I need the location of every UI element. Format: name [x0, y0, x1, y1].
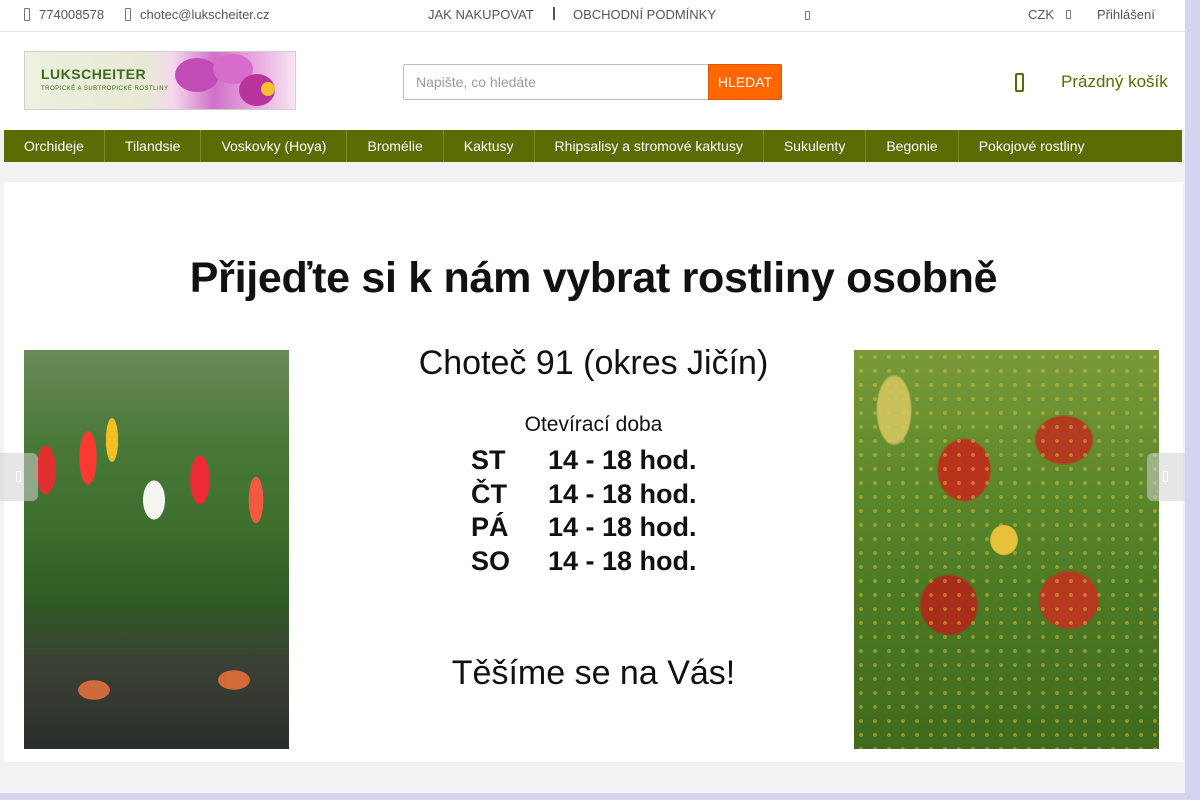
link-obchodni-podminky[interactable]: OBCHODNÍ PODMÍNKY — [573, 7, 716, 22]
nav-item-begonie[interactable]: Begonie — [866, 130, 959, 162]
chevron-right-icon — [1163, 471, 1168, 482]
chevron-down-icon — [805, 11, 810, 20]
topbar: 774008578 chotec@lukscheiter.cz JAK NAKU… — [0, 0, 1185, 32]
nav-item-kaktusy[interactable]: Kaktusy — [444, 130, 535, 162]
topbar-divider — [553, 7, 555, 20]
nav-item-tilandsie[interactable]: Tilandsie — [105, 130, 202, 162]
header: LUKSCHEITER TROPICKÉ A SUBTROPICKÉ ROSTL… — [0, 32, 1185, 130]
hours-row: ST 14 - 18 hod. — [471, 444, 697, 478]
scrollbar[interactable] — [1185, 0, 1200, 800]
currency-selector[interactable]: CZK — [1028, 7, 1071, 22]
hours-row: ČT 14 - 18 hod. — [471, 478, 697, 512]
email-icon — [125, 8, 131, 21]
slider-next-button[interactable] — [1147, 453, 1185, 501]
nav-item-bromelie[interactable]: Bromélie — [347, 130, 444, 162]
cart-icon[interactable] — [1015, 73, 1024, 92]
hours-time: 14 - 18 hod. — [548, 545, 697, 576]
login-link[interactable]: Přihlášení — [1097, 7, 1155, 22]
logo-name: LUKSCHEITER — [41, 66, 147, 82]
opening-hours-title: Otevírací doba — [524, 413, 663, 436]
category-nav: Orchideje Tilandsie Voskovky (Hoya) Brom… — [4, 130, 1182, 162]
email-address: chotec@lukscheiter.cz — [140, 7, 270, 22]
nav-item-voskovky[interactable]: Voskovky (Hoya) — [201, 130, 348, 162]
hours-row: SO 14 - 18 hod. — [471, 545, 697, 579]
banner-closing: Těšíme se na Vás! — [451, 654, 736, 692]
search-button[interactable]: HLEDAT — [708, 64, 782, 100]
hours-day: ST — [471, 445, 506, 476]
hours-time: 14 - 18 hod. — [548, 512, 697, 543]
chevron-left-icon — [16, 471, 21, 482]
logo-tagline: TROPICKÉ A SUBTROPICKÉ ROSTLINY — [41, 86, 169, 92]
hours-time: 14 - 18 hod. — [548, 478, 697, 509]
phone-icon — [24, 8, 30, 21]
email-contact[interactable]: chotec@lukscheiter.cz — [125, 7, 270, 22]
orchid-center — [261, 82, 275, 96]
link-jak-nakupovat[interactable]: JAK NAKUPOVAT — [428, 7, 534, 22]
nav-item-orchideje[interactable]: Orchideje — [4, 130, 105, 162]
search-input[interactable] — [403, 64, 709, 100]
nav-item-sukulenty[interactable]: Sukulenty — [764, 130, 867, 162]
nav-item-pokojove-rostliny[interactable]: Pokojové rostliny — [959, 130, 1105, 162]
phone-contact[interactable]: 774008578 — [24, 7, 104, 22]
hours-row: PÁ 14 - 18 hod. — [471, 511, 697, 545]
hours-day: ČT — [471, 478, 507, 509]
slider-prev-button[interactable] — [0, 453, 38, 501]
currency-value: CZK — [1028, 7, 1054, 22]
banner-slide[interactable]: Přijeďte si k nám vybrat rostliny osobně… — [4, 182, 1183, 762]
banner-address: Choteč 91 (okres Jičín) — [418, 344, 769, 382]
banner-title: Přijeďte si k nám vybrat rostliny osobně — [189, 254, 998, 302]
hours-day: SO — [471, 545, 511, 576]
hours-time: 14 - 18 hod. — [548, 445, 697, 476]
chevron-down-icon — [1066, 10, 1071, 19]
nav-item-rhipsalisy[interactable]: Rhipsalisy a stromové kaktusy — [535, 130, 764, 162]
orchid-petal — [175, 58, 219, 92]
cart-label[interactable]: Prázdný košík — [1061, 72, 1168, 92]
opening-hours: ST 14 - 18 hod. ČT 14 - 18 hod. PÁ 14 - … — [471, 444, 697, 578]
hours-day: PÁ — [471, 512, 509, 543]
page: 774008578 chotec@lukscheiter.cz JAK NAKU… — [0, 0, 1185, 793]
logo[interactable]: LUKSCHEITER TROPICKÉ A SUBTROPICKÉ ROSTL… — [24, 51, 296, 110]
phone-number: 774008578 — [39, 7, 105, 22]
more-links-toggle[interactable] — [805, 11, 810, 20]
